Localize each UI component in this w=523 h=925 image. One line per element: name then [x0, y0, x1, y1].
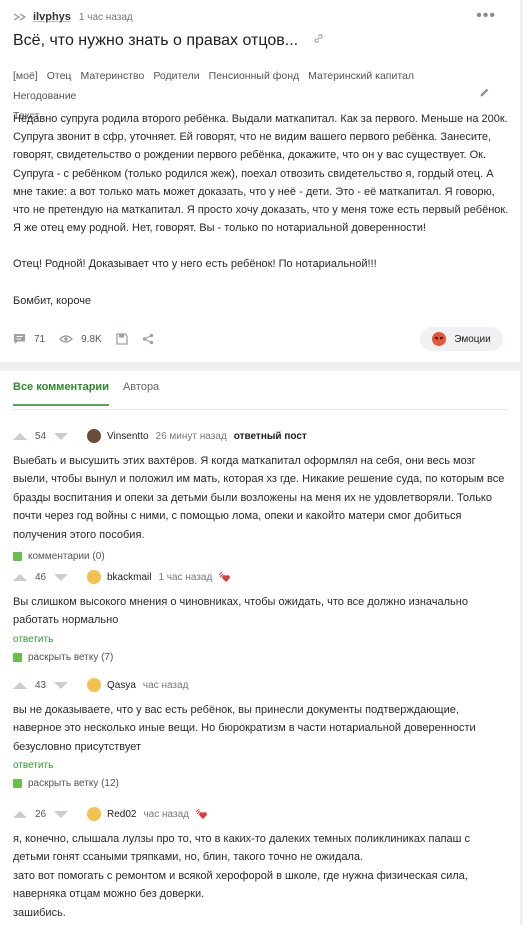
comment-text: вы не доказываете, что у вас есть ребёно…	[13, 704, 476, 753]
comment-time[interactable]: 26 минут назад	[156, 431, 227, 442]
thread-toggle[interactable]: раскрыть ветку (12)	[13, 778, 509, 789]
avatar[interactable]	[87, 807, 101, 821]
comment-username[interactable]: bkackmail	[107, 572, 151, 583]
upvote-arrow-icon[interactable]	[13, 432, 27, 440]
tag-item[interactable]: [моё]	[13, 66, 38, 86]
upvote-arrow-icon[interactable]	[13, 810, 27, 818]
comment-header: 26 Red02 час назад	[13, 805, 509, 823]
downvote-arrow-icon[interactable]	[54, 573, 69, 581]
more-options-icon[interactable]: •••	[476, 8, 496, 24]
emotions-label: Эмоции	[454, 333, 491, 345]
tag-item[interactable]: Родители	[153, 66, 199, 86]
avatar[interactable]	[87, 678, 101, 692]
expand-icon	[13, 652, 22, 662]
post-paragraph: Недавно супруга родила второго ребёнка. …	[13, 113, 509, 235]
comment-header: 43 Qasya час назад	[13, 676, 509, 694]
expand-icon	[13, 552, 22, 562]
tag-item[interactable]: Материнский капитал	[308, 66, 414, 86]
upvote-arrow-icon[interactable]	[13, 681, 27, 689]
comment-item: 54 Vinsentto 26 минут назад ответный пос…	[13, 427, 509, 562]
downvote-arrow-icon[interactable]	[54, 681, 69, 689]
comment-rating: 43	[35, 679, 47, 691]
comment-item: 43 Qasya час назад вы не доказываете, чт…	[13, 676, 509, 789]
expand-icon	[13, 779, 22, 789]
views-counter: 9.8K	[59, 334, 102, 345]
post-body: Недавно супруга родила второго ребёнка. …	[13, 110, 509, 328]
comment-text: я, конечно, слышала лулзы про то, что в …	[13, 833, 471, 919]
downvote-arrow-icon[interactable]	[54, 810, 69, 818]
comment-username[interactable]: Vinsentto	[107, 431, 149, 442]
upvote-arrow-icon[interactable]	[13, 573, 27, 581]
post-paragraph: Бомбит, короче	[13, 294, 92, 307]
heart-award-icon	[195, 808, 209, 820]
comment-time[interactable]: 1 час назад	[158, 572, 212, 583]
comments-count: 71	[34, 333, 46, 345]
comment-header: 54 Vinsentto 26 минут назад ответный пос…	[13, 427, 509, 445]
comment-text: Выебать и высушить этих вахтёров. Я когд…	[13, 455, 505, 541]
comment-item: 46 bkackmail 1 час назад Вы слишком высо…	[13, 568, 509, 663]
comment-item: 26 Red02 час назад я, конечно, слышала л…	[13, 805, 509, 922]
reply-link[interactable]: ответить	[13, 634, 509, 645]
eye-icon	[59, 335, 74, 343]
thread-toggle[interactable]: раскрыть ветку (7)	[13, 652, 509, 663]
thread-label: комментарии (0)	[28, 551, 105, 563]
post-time: 1 час назад	[78, 11, 133, 23]
post-card: ilvphys 1 час назад ••• Всё, что нужно з…	[0, 0, 520, 362]
comment-time[interactable]: час назад	[143, 809, 189, 820]
reply-post-label[interactable]: ответный пост	[234, 431, 307, 442]
tabs-divider	[13, 409, 508, 410]
author-avatar-icon[interactable]	[13, 11, 27, 23]
emotions-button[interactable]: Эмоции	[420, 327, 503, 351]
tab-author[interactable]: Автора	[123, 381, 159, 406]
comment-text: Вы слишком высокого мнения о чиновниках,…	[13, 596, 468, 627]
post-paragraph: Отец! Родной! Доказывает что у него есть…	[13, 258, 377, 271]
tag-item[interactable]: Материнство	[80, 66, 144, 86]
vote-widget: 26	[13, 809, 81, 820]
post-title[interactable]: Всё, что нужно знать о правах отцов...	[13, 31, 324, 50]
views-count: 9.8K	[81, 333, 102, 345]
comments-counter[interactable]: 71	[13, 333, 45, 345]
vote-widget: 46	[13, 572, 81, 583]
comment-username[interactable]: Red02	[107, 809, 136, 820]
thread-label: раскрыть ветку (7)	[28, 651, 114, 663]
vote-widget: 54	[13, 431, 81, 442]
comment-rating: 26	[35, 808, 47, 820]
post-author-name[interactable]: ilvphys	[33, 11, 71, 23]
tab-all-comments[interactable]: Все комментарии	[13, 381, 109, 406]
link-icon[interactable]	[313, 31, 324, 49]
post-author-row: ilvphys 1 час назад •••	[13, 8, 508, 24]
avatar[interactable]	[87, 570, 101, 584]
comment-tabs: Все комментарии Автора	[13, 381, 159, 406]
comment-icon	[14, 334, 25, 344]
thread-label: раскрыть ветку (12)	[28, 778, 119, 790]
angry-face-icon	[432, 332, 447, 346]
post-footer: 71 9.8K Эмоции	[13, 327, 503, 351]
share-icon[interactable]	[142, 333, 154, 345]
thread-toggle[interactable]: комментарии (0)	[13, 551, 509, 562]
heart-award-icon	[218, 571, 232, 583]
reply-link[interactable]: ответить	[13, 760, 509, 771]
avatar[interactable]	[87, 429, 101, 443]
save-icon[interactable]	[116, 333, 128, 345]
comment-header: 46 bkackmail 1 час назад	[13, 568, 509, 586]
comment-rating: 46	[35, 571, 47, 583]
comment-rating: 54	[35, 430, 47, 442]
vote-widget: 43	[13, 680, 81, 691]
edit-tags-icon[interactable]	[479, 87, 490, 101]
tag-item[interactable]: Негодование	[13, 86, 76, 106]
post-title-text[interactable]: Всё, что нужно знать о правах отцов...	[13, 32, 298, 49]
comment-time[interactable]: час назад	[143, 680, 189, 691]
comments-card: Все комментарии Автора 54 Vinsentto 26 м…	[0, 371, 520, 925]
comment-username[interactable]: Qasya	[107, 680, 136, 691]
tag-item[interactable]: Отец	[47, 66, 72, 86]
tag-item[interactable]: Пенсионный фонд	[209, 66, 299, 86]
downvote-arrow-icon[interactable]	[54, 432, 69, 440]
